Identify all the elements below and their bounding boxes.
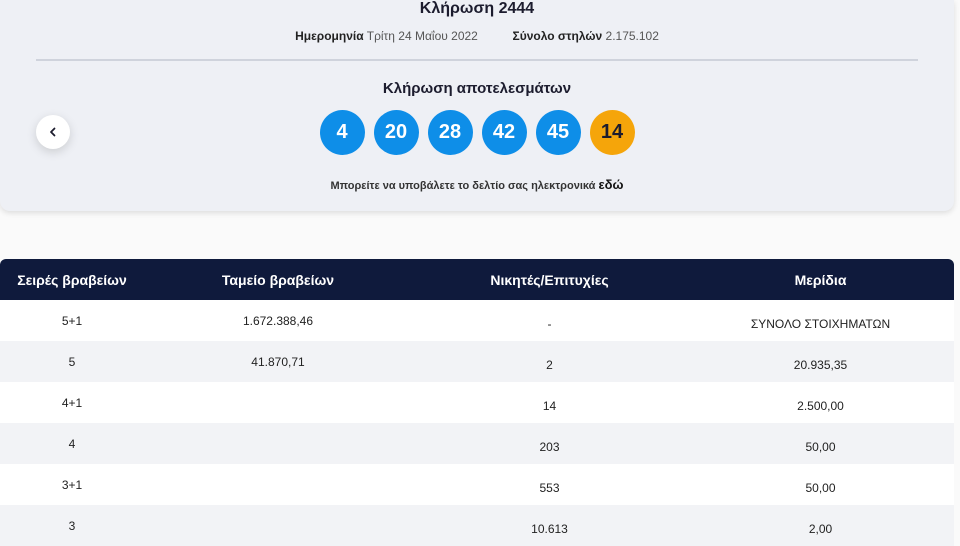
cell-share: 50,00 <box>805 481 836 495</box>
header-prize-fund: Ταμείο βραβείων <box>221 271 335 288</box>
header-winners: Νικητές/Επιτυχίες <box>490 271 609 288</box>
header-prize-tier: Σειρές βραβείων <box>17 271 127 288</box>
drawn-numbers: 4 20 28 42 45 14 <box>0 110 954 155</box>
columns-value: 2.175.102 <box>605 29 659 43</box>
cell-winners: - <box>547 317 552 331</box>
cell-fund: 41.870,71 <box>251 355 305 369</box>
cell-fund <box>144 464 412 505</box>
cell-fund <box>144 382 412 423</box>
cell-share: 2,00 <box>808 522 833 536</box>
draw-card: Κλήρωση 2444 Ημερομηνία Τρίτη 24 Μαΐου 2… <box>0 0 954 211</box>
number-ball: 4 <box>319 110 365 155</box>
header-shares: Μερίδια <box>794 271 847 288</box>
table-row: 3 10.613 2,00 <box>0 505 954 546</box>
divider <box>36 59 918 61</box>
submit-text: Μπορείτε να υποβάλετε το δελτίο σας ηλεκ… <box>330 180 596 192</box>
table-row: 3+1 553 50,00 <box>0 464 954 505</box>
draw-meta: Ημερομηνία Τρίτη 24 Μαΐου 2022 Σύνολο στ… <box>0 29 954 43</box>
number-ball: 20 <box>373 110 419 155</box>
number-ball: 28 <box>427 110 473 155</box>
table-body: 5+1 1.672.388,46 - ΣΥΝΟΛΟ ΣΤΟΙΧΗΜΑΤΩΝ 5 … <box>0 300 954 546</box>
joker-ball: 14 <box>589 110 635 155</box>
cell-winners: 14 <box>542 399 557 413</box>
cell-tier: 5+1 <box>61 314 83 328</box>
date-label: Ημερομηνία <box>295 29 364 43</box>
number-ball: 45 <box>535 110 581 155</box>
table-header: Σειρές βραβείων Ταμείο βραβείων Νικητές/… <box>0 259 954 300</box>
cell-tier: 3 <box>68 519 76 533</box>
date-value: Τρίτη 24 Μαΐου 2022 <box>366 29 478 43</box>
cell-winners: 553 <box>539 481 560 495</box>
cell-share: 2.500,00 <box>797 399 844 413</box>
cell-tier: 5 <box>68 355 76 369</box>
submit-online-link[interactable]: εδώ <box>598 177 623 192</box>
table-row: 5 41.870,71 2 20.935,35 <box>0 341 954 382</box>
cell-winners: 10.613 <box>531 522 568 536</box>
cell-winners: 203 <box>539 440 560 454</box>
cell-share: 20.935,35 <box>793 358 848 372</box>
cell-tier: 4+1 <box>61 396 83 410</box>
table-row: 4+1 14 2.500,00 <box>0 382 954 423</box>
table-row: 5+1 1.672.388,46 - ΣΥΝΟΛΟ ΣΤΟΙΧΗΜΑΤΩΝ <box>0 300 954 341</box>
cell-fund: 1.672.388,46 <box>242 314 314 328</box>
cell-tier: 4 <box>68 437 76 451</box>
cell-tier: 3+1 <box>61 478 83 492</box>
number-ball: 42 <box>481 110 527 155</box>
cell-fund <box>144 423 412 464</box>
results-title: Κλήρωση αποτελεσμάτων <box>382 80 572 97</box>
submit-note: Μπορείτε να υποβάλετε το δελτίο σας ηλεκ… <box>0 177 954 192</box>
cell-share: 50,00 <box>805 440 836 454</box>
columns-label: Σύνολο στηλών <box>512 29 603 43</box>
cell-fund <box>144 505 412 546</box>
cell-winners: 2 <box>546 358 553 372</box>
prize-table: Σειρές βραβείων Ταμείο βραβείων Νικητές/… <box>0 259 954 546</box>
table-row: 4 203 50,00 <box>0 423 954 464</box>
cell-share: ΣΥΝΟΛΟ ΣΤΟΙΧΗΜΑΤΩΝ <box>750 317 891 331</box>
draw-title: Κλήρωση 2444 <box>419 0 535 17</box>
